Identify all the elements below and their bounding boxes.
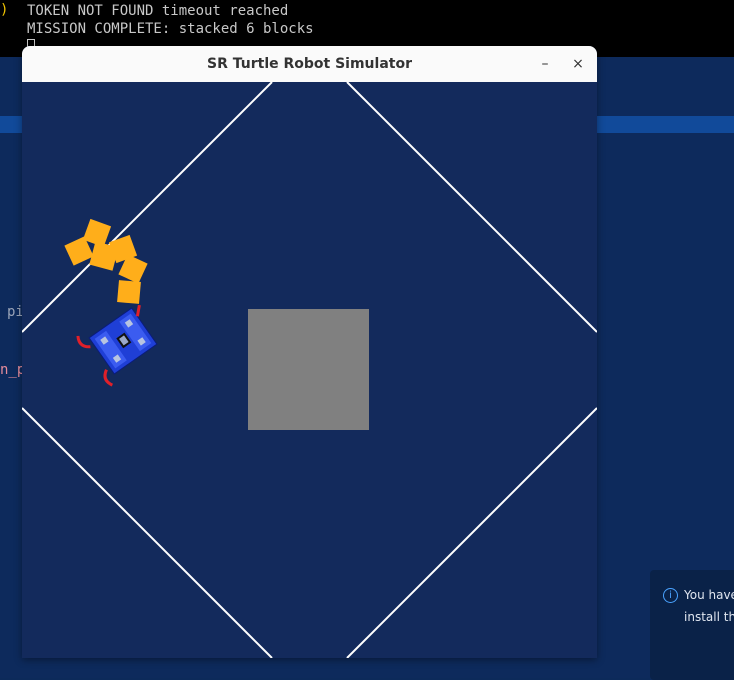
robot [76, 304, 158, 387]
simulation-arena [22, 82, 597, 658]
window-titlebar[interactable]: SR Turtle Robot Simulator – × [22, 46, 597, 83]
token-block [117, 280, 141, 304]
arena-canvas [22, 82, 597, 658]
window-title: SR Turtle Robot Simulator [207, 56, 412, 72]
boundary-line-top-left [22, 82, 273, 333]
boundary-line-top-right [346, 82, 597, 333]
boundary-line-bottom-right [346, 407, 597, 658]
terminal-line-2: MISSION COMPLETE: stacked 6 blocks [27, 21, 314, 37]
boundary-line-bottom-left [22, 407, 273, 658]
terminal-paren: ) [0, 2, 9, 18]
center-platform [248, 309, 369, 430]
terminal-line-1: TOKEN NOT FOUND timeout reached [27, 3, 289, 19]
minimize-button[interactable]: – [534, 54, 556, 74]
simulator-window[interactable]: SR Turtle Robot Simulator – × [22, 46, 597, 658]
notification-line-1: You have [684, 588, 734, 602]
info-icon: i [663, 588, 678, 603]
notification-line-2: install th [684, 610, 734, 624]
token-stack [64, 218, 148, 304]
close-button[interactable]: × [567, 54, 589, 74]
notification-toast[interactable]: i You have install th [650, 570, 734, 680]
